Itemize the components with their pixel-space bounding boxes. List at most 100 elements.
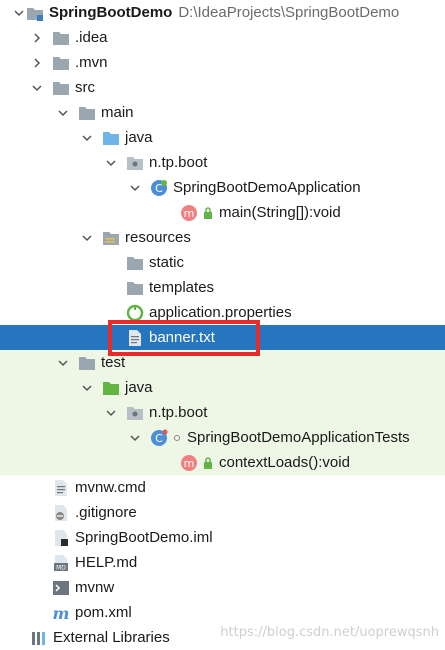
tree-row-static[interactable]: static xyxy=(0,250,445,275)
mvnw-label: mvnw xyxy=(75,579,115,596)
tree-row-app-class[interactable]: C SpringBootDemoApplication xyxy=(0,175,445,200)
chevron-down-icon[interactable] xyxy=(56,100,70,125)
java-source-folder-icon xyxy=(102,129,120,147)
iml-label: SpringBootDemo.iml xyxy=(75,529,213,546)
tree-row-mvnw[interactable]: mvnw xyxy=(0,575,445,600)
method-icon: m xyxy=(180,204,198,222)
ignore-file-icon xyxy=(52,504,70,522)
idea-label: .idea xyxy=(75,29,108,46)
pom-label: pom.xml xyxy=(75,604,132,621)
text-file-icon xyxy=(126,329,144,347)
tree-row-help[interactable]: MD HELP.md xyxy=(0,550,445,575)
tree-row-main-java[interactable]: java xyxy=(0,125,445,150)
templates-label: templates xyxy=(149,279,215,296)
folder-icon xyxy=(126,254,144,272)
chevron-down-icon[interactable] xyxy=(104,150,118,175)
chevron-down-icon[interactable] xyxy=(12,0,26,25)
package-icon xyxy=(126,404,144,422)
tree-row-resources[interactable]: resources xyxy=(0,225,445,250)
spring-class-icon: C xyxy=(150,179,168,197)
lock-icon xyxy=(203,456,213,469)
maven-icon: m xyxy=(52,604,70,622)
svg-text:MD: MD xyxy=(56,564,66,571)
tree-row-iml[interactable]: SpringBootDemo.iml xyxy=(0,525,445,550)
tree-row-test-package[interactable]: n.tp.boot xyxy=(0,400,445,425)
app-class-label: SpringBootDemoApplication xyxy=(173,179,361,196)
lock-icon xyxy=(203,206,213,219)
test-label: test xyxy=(101,354,126,371)
watermark: https://blog.csdn.net/uoprewqsnh xyxy=(220,625,439,640)
tree-row-app-properties[interactable]: application.properties xyxy=(0,300,445,325)
folder-icon xyxy=(78,354,96,372)
main-label: main xyxy=(101,104,134,121)
external-libraries-label: External Libraries xyxy=(53,629,170,646)
properties-file-icon xyxy=(126,304,144,322)
libraries-icon xyxy=(30,629,48,647)
resources-label: resources xyxy=(125,229,191,246)
mvn-label: .mvn xyxy=(75,54,108,71)
cmd-file-icon xyxy=(52,479,70,497)
root-path: D:\IdeaProjects\SpringBootDemo xyxy=(178,4,400,21)
tree-row-test-java[interactable]: java xyxy=(0,375,445,400)
tree-row-idea[interactable]: .idea xyxy=(0,25,445,50)
chevron-right-icon[interactable] xyxy=(30,25,44,50)
tree-row-app-method[interactable]: m main(String[]):void xyxy=(0,200,445,225)
markdown-file-icon: MD xyxy=(52,554,70,572)
chevron-down-icon[interactable] xyxy=(104,400,118,425)
chevron-down-icon[interactable] xyxy=(128,175,142,200)
gitignore-label: .gitignore xyxy=(75,504,137,521)
folder-icon xyxy=(126,279,144,297)
folder-icon xyxy=(78,104,96,122)
static-label: static xyxy=(149,254,185,271)
folder-icon xyxy=(52,54,70,72)
test-method-label: contextLoads():void xyxy=(219,454,350,471)
tree-row-pom[interactable]: m pom.xml xyxy=(0,600,445,625)
main-java-label: java xyxy=(125,129,153,146)
chevron-down-icon[interactable] xyxy=(80,225,94,250)
svg-text:C: C xyxy=(155,432,163,445)
shell-script-icon xyxy=(52,579,70,597)
tree-row-gitignore[interactable]: .gitignore xyxy=(0,500,445,525)
resources-folder-icon xyxy=(102,229,120,247)
tree-row-test-method[interactable]: m contextLoads():void xyxy=(0,450,445,475)
main-package-label: n.tp.boot xyxy=(149,154,208,171)
class-icon: C xyxy=(150,429,168,447)
folder-icon xyxy=(52,79,70,97)
banner-label: banner.txt xyxy=(149,329,215,346)
mvnw-cmd-label: mvnw.cmd xyxy=(75,479,146,496)
chevron-down-icon[interactable] xyxy=(80,375,94,400)
tree-row-test[interactable]: test xyxy=(0,350,445,375)
tree-row-src[interactable]: src xyxy=(0,75,445,100)
folder-icon xyxy=(52,29,70,47)
package-private-icon xyxy=(173,432,181,444)
module-file-icon xyxy=(52,529,70,547)
test-java-label: java xyxy=(125,379,153,396)
tree-row-mvnw-cmd[interactable]: mvnw.cmd xyxy=(0,475,445,500)
src-label: src xyxy=(75,79,95,96)
svg-text:m: m xyxy=(184,457,195,470)
chevron-right-icon[interactable] xyxy=(30,50,44,75)
tree-row-mvn[interactable]: .mvn xyxy=(0,50,445,75)
svg-text:m: m xyxy=(184,207,195,220)
chevron-down-icon[interactable] xyxy=(128,425,142,450)
tree-row-main[interactable]: main xyxy=(0,100,445,125)
tree-row-templates[interactable]: templates xyxy=(0,275,445,300)
chevron-down-icon[interactable] xyxy=(30,75,44,100)
root-label: SpringBootDemo xyxy=(49,4,173,21)
app-properties-label: application.properties xyxy=(149,304,292,321)
help-label: HELP.md xyxy=(75,554,138,571)
tree-row-banner[interactable]: banner.txt xyxy=(0,325,445,350)
chevron-down-icon[interactable] xyxy=(56,350,70,375)
test-package-label: n.tp.boot xyxy=(149,404,208,421)
test-source-folder-icon xyxy=(102,379,120,397)
package-icon xyxy=(126,154,144,172)
tree-row-root[interactable]: SpringBootDemo D:\IdeaProjects\SpringBoo… xyxy=(0,0,445,25)
svg-text:m: m xyxy=(53,604,70,622)
tree-row-test-class[interactable]: C SpringBootDemoApplicationTests xyxy=(0,425,445,450)
chevron-down-icon[interactable] xyxy=(80,125,94,150)
module-folder-icon xyxy=(26,4,44,22)
app-method-label: main(String[]):void xyxy=(219,204,341,221)
test-class-label: SpringBootDemoApplicationTests xyxy=(187,429,410,446)
method-icon: m xyxy=(180,454,198,472)
tree-row-main-package[interactable]: n.tp.boot xyxy=(0,150,445,175)
